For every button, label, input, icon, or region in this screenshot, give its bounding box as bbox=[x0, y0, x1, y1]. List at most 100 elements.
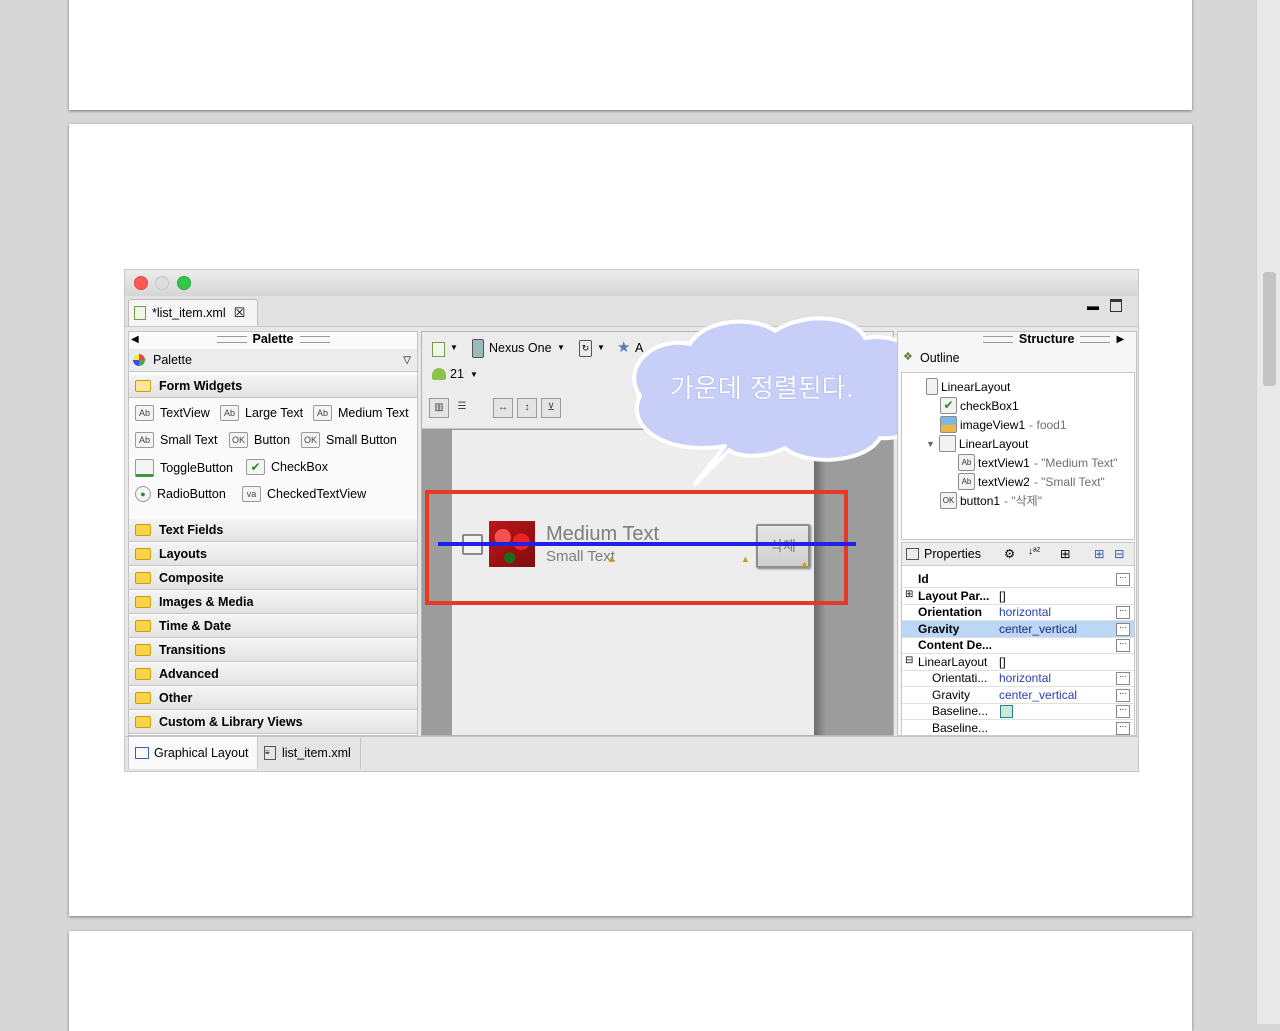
maximize-view-icon[interactable] bbox=[1110, 299, 1122, 312]
chevron-down-icon[interactable]: ▼ bbox=[597, 343, 605, 352]
tree-linearlayout-root[interactable]: LinearLayout bbox=[926, 378, 1010, 395]
property-orientation[interactable]: Orientation horizontal ··· bbox=[902, 604, 1134, 621]
widget-togglebutton[interactable]: ToggleButton bbox=[135, 459, 233, 477]
category-time-date[interactable]: Time & Date bbox=[129, 615, 417, 638]
property-id[interactable]: Id ··· bbox=[902, 571, 1134, 588]
tree-value: - food1 bbox=[1029, 417, 1067, 432]
textview-icon: Ab bbox=[958, 473, 975, 490]
chevron-down-icon[interactable]: ▽ bbox=[403, 355, 411, 366]
category-label: Form Widgets bbox=[159, 379, 243, 393]
more-icon[interactable]: ··· bbox=[1116, 705, 1130, 718]
close-icon[interactable]: ☒ bbox=[234, 305, 246, 321]
tree-textview2[interactable]: Ab textView2- "Small Text" bbox=[958, 473, 1105, 490]
more-icon[interactable]: ··· bbox=[1116, 689, 1130, 702]
widget-checkedtextview[interactable]: va CheckedTextView bbox=[242, 486, 366, 502]
property-gravity[interactable]: Gravity center_vertical ··· bbox=[902, 621, 1134, 638]
category-text-fields[interactable]: Text Fields bbox=[129, 519, 417, 542]
palette-dropdown[interactable]: Palette ▽ bbox=[129, 349, 417, 372]
android-icon bbox=[432, 368, 446, 380]
baseline-icon[interactable]: ⊻ bbox=[541, 398, 561, 418]
rotate-icon[interactable]: ↻ bbox=[579, 340, 592, 357]
category-layouts[interactable]: Layouts bbox=[129, 543, 417, 566]
expand-triangle-icon[interactable]: ▼ bbox=[926, 439, 935, 449]
property-gravity-child[interactable]: Gravity center_vertical ··· bbox=[902, 687, 1134, 704]
filter-icon[interactable]: ⚙ bbox=[1004, 546, 1015, 561]
widget-radiobutton[interactable]: ● RadioButton bbox=[135, 486, 226, 502]
more-icon[interactable]: ··· bbox=[1116, 722, 1130, 735]
widget-label: TextView bbox=[160, 406, 210, 420]
property-orientation-child[interactable]: Orientati... horizontal ··· bbox=[902, 670, 1134, 687]
chevron-down-icon[interactable]: ▼ bbox=[470, 370, 478, 379]
widget-large-text[interactable]: Ab Large Text bbox=[220, 405, 303, 421]
category-images-media[interactable]: Images & Media bbox=[129, 591, 417, 614]
property-name: Layout Par... bbox=[918, 589, 990, 603]
highlight-box bbox=[425, 490, 848, 605]
collapse-all-icon[interactable]: ⊟ bbox=[1114, 546, 1124, 561]
rows-layout-icon[interactable]: ☰ bbox=[453, 398, 471, 416]
expand-all-icon[interactable]: ⊞ bbox=[1094, 546, 1104, 561]
more-icon[interactable]: ··· bbox=[1116, 623, 1130, 636]
vertical-scrollbar-track[interactable] bbox=[1256, 0, 1280, 1024]
close-window-icon[interactable] bbox=[134, 276, 148, 290]
more-icon[interactable]: ··· bbox=[1116, 639, 1130, 652]
tree-label: LinearLayout bbox=[958, 436, 1029, 451]
tree-button1[interactable]: OK button1- "삭제" bbox=[940, 492, 1042, 509]
advanced-properties-icon[interactable]: ⊞ bbox=[1060, 546, 1070, 561]
chevron-down-icon[interactable]: ▼ bbox=[450, 343, 458, 352]
device-selector[interactable]: Nexus One bbox=[489, 341, 552, 355]
category-advanced[interactable]: Advanced bbox=[129, 663, 417, 686]
fill-width-icon[interactable]: ↔ bbox=[493, 398, 513, 418]
folder-icon bbox=[135, 548, 151, 560]
vertical-scrollbar-thumb[interactable] bbox=[1263, 272, 1276, 386]
expand-icon[interactable]: ⊞ bbox=[905, 589, 913, 600]
category-label: Advanced bbox=[159, 667, 219, 681]
checkbox-icon[interactable] bbox=[1000, 705, 1013, 718]
properties-panel: Properties ⚙ ↓ᵃᶻ ⊞ ⊞ ⊟ Id ··· ⊞ Layout Par… bbox=[901, 542, 1135, 737]
more-icon[interactable]: ··· bbox=[1116, 606, 1130, 619]
property-layout-params[interactable]: ⊞ Layout Par... [] bbox=[902, 588, 1134, 605]
category-custom-library-views[interactable]: Custom & Library Views bbox=[129, 711, 417, 734]
category-form-widgets[interactable]: Form Widgets bbox=[129, 375, 417, 398]
tree-linearlayout-inner[interactable]: ▼ LinearLayout bbox=[926, 435, 1028, 452]
property-content-description[interactable]: Content De... ··· bbox=[902, 637, 1134, 654]
widget-small-text[interactable]: Ab Small Text bbox=[135, 432, 217, 448]
minimize-window-icon[interactable] bbox=[155, 276, 169, 290]
widget-label: Small Text bbox=[160, 433, 218, 447]
category-transitions[interactable]: Transitions bbox=[129, 639, 417, 662]
tree-checkbox1[interactable]: ✔ checkBox1 bbox=[940, 397, 1019, 414]
category-other[interactable]: Other bbox=[129, 687, 417, 710]
zoom-window-icon[interactable] bbox=[177, 276, 191, 290]
sort-az-icon[interactable]: ↓ᵃᶻ bbox=[1028, 546, 1040, 557]
file-tab[interactable]: *list_item.xml ☒ bbox=[128, 299, 258, 326]
collapse-icon[interactable]: ⊟ bbox=[905, 655, 913, 666]
xml-config-icon[interactable] bbox=[432, 342, 445, 357]
property-linearlayout[interactable]: ⊟ LinearLayout [] bbox=[902, 654, 1134, 671]
property-value: [] bbox=[999, 589, 1006, 603]
property-baseline-aligned[interactable]: Baseline... ··· bbox=[902, 703, 1134, 720]
tab-graphical-layout[interactable]: Graphical Layout bbox=[128, 737, 258, 769]
button-icon: OK bbox=[229, 432, 248, 448]
tab-xml-source[interactable]: ≡ list_item.xml bbox=[257, 737, 361, 769]
tree-textview1[interactable]: Ab textView1- "Medium Text" bbox=[958, 454, 1117, 471]
widget-checkbox[interactable]: ✔ CheckBox bbox=[246, 459, 328, 475]
widget-medium-text[interactable]: Ab Medium Text bbox=[313, 405, 409, 421]
collapse-left-icon[interactable]: ◀ bbox=[131, 334, 139, 345]
category-composite[interactable]: Composite bbox=[129, 567, 417, 590]
imageview-icon bbox=[940, 416, 957, 433]
api-level-selector[interactable]: 21 bbox=[450, 367, 464, 381]
property-baseline-index[interactable]: Baseline... ··· bbox=[902, 720, 1134, 737]
tree-imageview1[interactable]: imageView1- food1 bbox=[940, 416, 1067, 433]
textview-icon: Ab bbox=[313, 405, 332, 421]
widget-button[interactable]: OK Button bbox=[229, 432, 290, 448]
fill-height-icon[interactable]: ↕ bbox=[517, 398, 537, 418]
minimize-view-icon[interactable]: ▬ bbox=[1087, 299, 1099, 313]
chevron-down-icon[interactable]: ▼ bbox=[557, 343, 565, 352]
checkedtextview-icon: va bbox=[242, 486, 261, 502]
widget-textview[interactable]: Ab TextView bbox=[135, 405, 210, 421]
widget-small-button[interactable]: OK Small Button bbox=[301, 432, 397, 448]
collapse-right-icon[interactable]: ▶ bbox=[1116, 334, 1124, 345]
folder-icon bbox=[135, 692, 151, 704]
columns-layout-icon[interactable]: ▥ bbox=[429, 398, 449, 418]
more-icon[interactable]: ··· bbox=[1116, 573, 1130, 586]
more-icon[interactable]: ··· bbox=[1116, 672, 1130, 685]
